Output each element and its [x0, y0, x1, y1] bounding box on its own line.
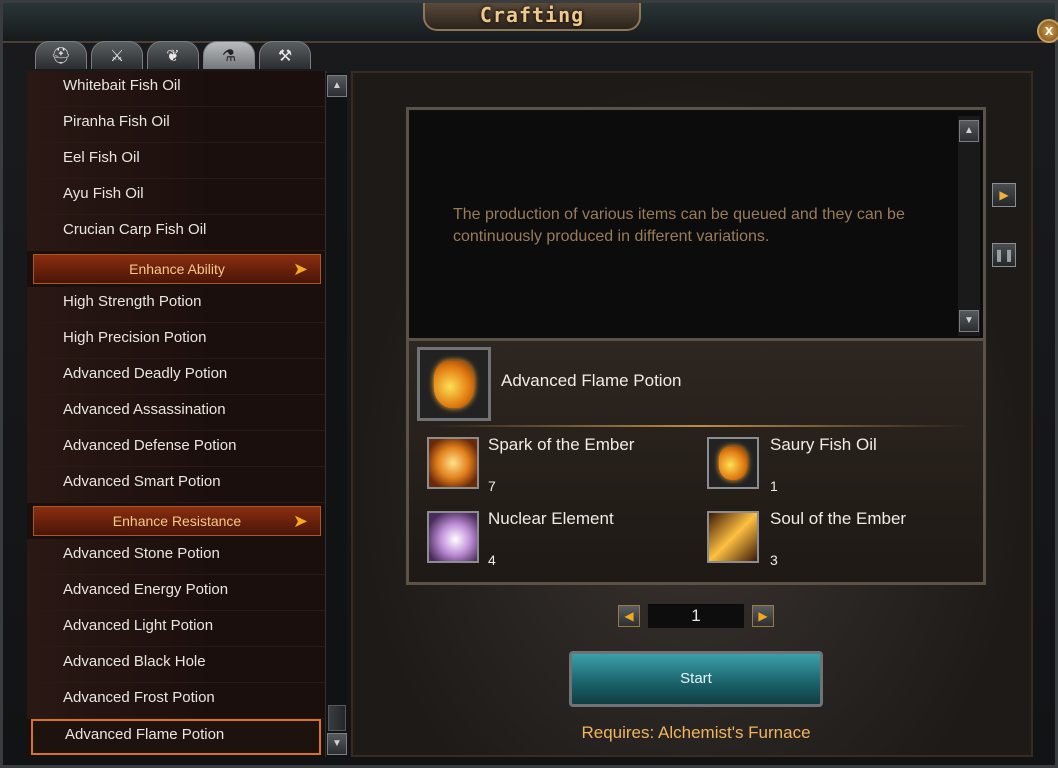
- scroll-down-button[interactable]: ▼: [327, 733, 347, 755]
- recipe-list: Whitebait Fish Oil Piranha Fish Oil Eel Fi…: [27, 71, 327, 757]
- list-item[interactable]: Advanced Black Hole: [27, 647, 325, 683]
- material-count: 7: [488, 478, 496, 494]
- start-button[interactable]: Start: [569, 651, 823, 707]
- sword-icon[interactable]: ⚔: [91, 41, 143, 69]
- pause-queue-button[interactable]: ❚❚: [992, 243, 1016, 267]
- category-header[interactable]: Enhance Ability ➤: [27, 251, 325, 287]
- helmet-icon[interactable]: ⛑: [35, 41, 87, 69]
- scroll-up-button[interactable]: ▲: [327, 75, 347, 97]
- list-item[interactable]: Ayu Fish Oil: [27, 179, 325, 215]
- quantity-input[interactable]: 1: [647, 603, 745, 629]
- scroll-thumb[interactable]: [328, 705, 346, 731]
- ember-icon[interactable]: [427, 437, 479, 489]
- list-item[interactable]: Whitebait Fish Oil: [27, 71, 325, 107]
- list-item[interactable]: Advanced Deadly Potion: [27, 359, 325, 395]
- description-box: The production of various items can be q…: [406, 107, 986, 341]
- nuclear-element-icon[interactable]: [427, 511, 479, 563]
- material-name: Soul of the Ember: [770, 509, 907, 528]
- accessory-icon[interactable]: ❦: [147, 41, 199, 69]
- material-count: 3: [770, 552, 778, 568]
- list-item[interactable]: Advanced Frost Potion: [27, 683, 325, 719]
- expand-arrow-icon: ➤: [292, 511, 308, 531]
- category-header-label: Enhance Resistance ➤: [33, 506, 321, 536]
- category-header-label: Enhance Ability ➤: [33, 254, 321, 284]
- material-count: 4: [488, 552, 496, 568]
- list-item[interactable]: Advanced Light Potion: [27, 611, 325, 647]
- description-scrollbar[interactable]: ▲ ▼: [958, 116, 980, 336]
- list-item[interactable]: Advanced Energy Potion: [27, 575, 325, 611]
- material-name: Spark of the Ember: [488, 435, 635, 454]
- recipe-details: Advanced Flame Potion Spark of the Ember…: [406, 341, 986, 585]
- category-label: Enhance Resistance: [112, 513, 242, 529]
- category-tabs: ⛑ ⚔ ❦ ⚗ ⚒: [35, 41, 311, 71]
- list-item[interactable]: Advanced Stone Potion: [27, 539, 325, 575]
- hammer-icon[interactable]: ⚒: [259, 41, 311, 69]
- window-title: Crafting: [423, 3, 641, 31]
- category-label: Enhance Ability: [129, 261, 225, 277]
- fish-oil-icon[interactable]: [707, 437, 759, 489]
- list-item[interactable]: Advanced Smart Potion: [27, 467, 325, 503]
- description-scroll-down[interactable]: ▼: [959, 310, 979, 332]
- list-item[interactable]: Piranha Fish Oil: [27, 107, 325, 143]
- category-header[interactable]: Enhance Resistance ➤: [27, 503, 325, 539]
- material-name: Nuclear Element: [488, 509, 614, 528]
- list-scrollbar[interactable]: ▲ ▼: [325, 73, 347, 757]
- list-item[interactable]: Crucian Carp Fish Oil: [27, 215, 325, 251]
- material-name: Saury Fish Oil: [770, 435, 877, 454]
- quantity-increase-button[interactable]: ▶: [752, 605, 774, 627]
- description-text: The production of various items can be q…: [453, 206, 905, 245]
- list-item[interactable]: Eel Fish Oil: [27, 143, 325, 179]
- close-button[interactable]: x: [1037, 19, 1058, 43]
- list-item[interactable]: High Precision Potion: [27, 323, 325, 359]
- soul-ember-icon[interactable]: [707, 511, 759, 563]
- material-count: 1: [770, 478, 778, 494]
- quantity-decrease-button[interactable]: ◀: [618, 605, 640, 627]
- play-queue-button[interactable]: ▶: [992, 183, 1016, 207]
- list-item[interactable]: High Strength Potion: [27, 287, 325, 323]
- requirement-text: Requires: Alchemist's Furnace: [581, 723, 811, 742]
- crafting-window: Crafting x ⛑ ⚔ ❦ ⚗ ⚒ Whitebait Fish Oil Piran…: [0, 0, 1058, 768]
- recipe-name: Advanced Flame Potion: [501, 371, 682, 390]
- divider: [429, 425, 969, 427]
- list-item-selected[interactable]: Advanced Flame Potion: [31, 719, 321, 755]
- expand-arrow-icon: ➤: [292, 259, 308, 279]
- list-item[interactable]: Advanced Assassination: [27, 395, 325, 431]
- flame-potion-icon: [417, 347, 491, 421]
- potion-icon[interactable]: ⚗: [203, 41, 255, 69]
- list-item[interactable]: Advanced Defense Potion: [27, 431, 325, 467]
- title-bar: Crafting: [3, 3, 1055, 43]
- description-scroll-up[interactable]: ▲: [959, 120, 979, 142]
